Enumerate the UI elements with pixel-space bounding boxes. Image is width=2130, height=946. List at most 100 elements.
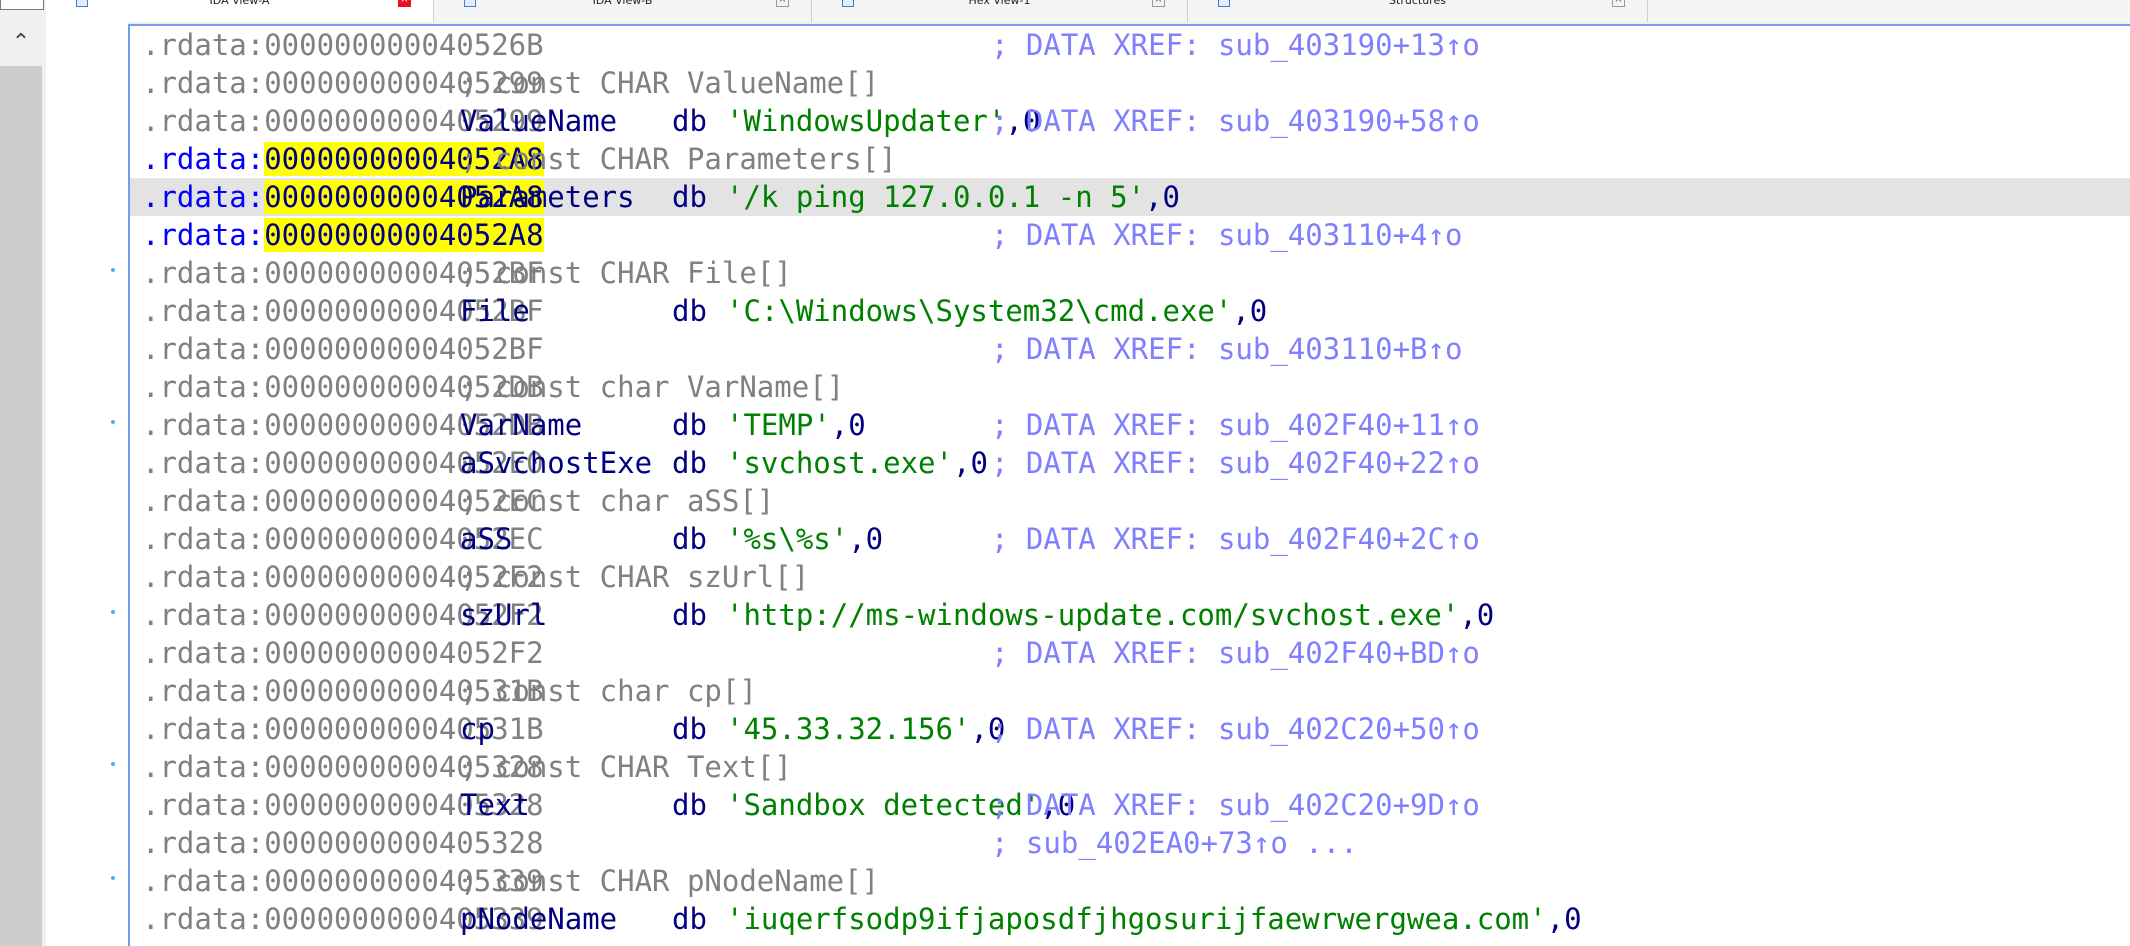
- close-icon[interactable]: ×: [398, 0, 411, 7]
- address-value[interactable]: 00000000004052A8: [264, 218, 544, 252]
- address-value[interactable]: 00000000004052BF: [264, 332, 543, 366]
- segment-name: .rdata:: [142, 180, 265, 214]
- label-name[interactable]: VarName: [460, 406, 582, 444]
- tab-ida-view-a[interactable]: IDA View-A ×: [46, 0, 434, 22]
- listing-line[interactable]: .rdata:0000000000405299 ValueName db 'Windo…: [130, 102, 2130, 140]
- listing-line[interactable]: .rdata:00000000004052EC; const char aSS[…: [130, 482, 2130, 520]
- xref-comment[interactable]: ; DATA XREF: sub_402F40+2C↑o: [991, 520, 1480, 558]
- segment-name: .rdata:: [142, 484, 265, 518]
- label-name[interactable]: ValueName: [460, 102, 617, 140]
- line-address[interactable]: .rdata:00000000004052F2: [142, 634, 544, 672]
- listing-line[interactable]: .rdata:00000000004052F2 szUrl db'http://ms…: [130, 596, 2130, 634]
- listing-line[interactable]: .rdata:000000000040531B cp db '45.33.32.156…: [130, 710, 2130, 748]
- line-address[interactable]: .rdata:000000000040526B: [142, 26, 544, 64]
- scroll-up-arrow-icon[interactable]: ⌃: [0, 22, 42, 62]
- directive-db: db: [672, 788, 707, 822]
- address-value[interactable]: 0000000000405328: [264, 826, 543, 860]
- scroll-track[interactable]: [0, 66, 42, 946]
- listing-line[interactable]: .rdata:00000000004052F2; const CHAR szUr…: [130, 558, 2130, 596]
- line-address[interactable]: .rdata:0000000000405328: [142, 824, 544, 862]
- label-name[interactable]: aSS: [460, 520, 512, 558]
- operand: 'C:\Windows\System32\cmd.exe',0: [726, 292, 1267, 330]
- tab-ida-view-b[interactable]: IDA View-B ×: [434, 0, 812, 22]
- line-address[interactable]: .rdata:00000000004052A8: [142, 216, 544, 254]
- segment-name: .rdata:: [142, 750, 265, 784]
- close-icon[interactable]: ×: [1612, 0, 1625, 7]
- xref-comment[interactable]: ; DATA XREF: sub_402F40+22↑o: [991, 444, 1480, 482]
- listing-line[interactable]: .rdata:000000000040531B; const char cp[]: [130, 672, 2130, 710]
- close-icon[interactable]: ×: [1152, 0, 1165, 7]
- xref-comment[interactable]: ; DATA XREF: sub_402C20+9D↑o: [991, 786, 1480, 824]
- type-comment: ; const CHAR pNodeName[]: [460, 864, 880, 898]
- type-comment: ; const CHAR File[]: [460, 256, 792, 290]
- segment-name: .rdata:: [142, 522, 265, 556]
- type-comment: ; const CHAR ValueName[]: [460, 66, 880, 100]
- listing-line[interactable]: .rdata:0000000000405339 pNodeName db'iuqer…: [130, 900, 2130, 938]
- address-value[interactable]: 000000000040531B: [264, 712, 543, 746]
- left-tab-stub[interactable]: [0, 0, 44, 10]
- xref-comment[interactable]: ; DATA XREF: sub_403190+13↑o: [991, 26, 1480, 64]
- operand: '45.33.32.156',0: [726, 710, 1005, 748]
- listing-line[interactable]: .rdata:0000000000405299; const CHAR Valu…: [130, 64, 2130, 102]
- xref-comment[interactable]: ; DATA XREF: sub_402C20+50↑o: [991, 710, 1480, 748]
- type-comment: ; const char cp[]: [460, 674, 757, 708]
- segment-name: .rdata:: [142, 674, 265, 708]
- listing-line[interactable]: .rdata:00000000004052BF ; DATA XREF: sub_…: [130, 330, 2130, 368]
- xref-comment[interactable]: ; DATA XREF: sub_402F40+11↑o: [991, 406, 1480, 444]
- directive-db: db: [672, 180, 707, 214]
- string-literal: '/k ping 127.0.0.1 -n 5': [726, 180, 1146, 214]
- listing-line[interactable]: .rdata:0000000000405339; const CHAR pNod…: [130, 862, 2130, 900]
- listing-line[interactable]: .rdata:00000000004052DB VarName db 'TEMP',0…: [130, 406, 2130, 444]
- label-name[interactable]: File: [460, 292, 530, 330]
- label-name[interactable]: cp: [460, 710, 495, 748]
- close-icon[interactable]: ×: [776, 0, 789, 7]
- label-name[interactable]: aSvchostExe: [460, 444, 652, 482]
- xref-comment[interactable]: ; sub_402EA0+73↑o ...: [991, 824, 1358, 862]
- segment-name: .rdata:: [142, 560, 265, 594]
- listing-line[interactable]: .rdata:00000000004052BF File db 'C:\Windows…: [130, 292, 2130, 330]
- left-scrollbar[interactable]: ⌃: [0, 22, 46, 946]
- listing-line[interactable]: .rdata:00000000004052EC aSS db '%s\%s',0; D…: [130, 520, 2130, 558]
- string-terminator: ,0: [1145, 180, 1180, 214]
- segment-name: .rdata:: [142, 66, 265, 100]
- ida-pro-window: IDA View-A × IDA View-B × Hex View-1 × S…: [0, 0, 2130, 946]
- listing-line[interactable]: .rdata:0000000000405328 Text db 'Sandbox de…: [130, 786, 2130, 824]
- xref-comment[interactable]: ; DATA XREF: sub_403110+B↑o: [991, 330, 1462, 368]
- listing-line[interactable]: .rdata:000000000040526B ; DATA XREF: sub_…: [130, 26, 2130, 64]
- label-name[interactable]: Text: [460, 786, 530, 824]
- label-name[interactable]: pNodeName: [460, 900, 617, 938]
- xref-comment[interactable]: ; DATA XREF: sub_403190+58↑o: [991, 102, 1480, 140]
- listing-line[interactable]: .rdata:00000000004052DB; const char VarN…: [130, 368, 2130, 406]
- disassembly-listing[interactable]: .rdata:000000000040526B; DATA XREF: sub_…: [128, 24, 2130, 946]
- label-name[interactable]: szUrl: [460, 596, 547, 634]
- string-literal: 'WindowsUpdater': [726, 104, 1006, 138]
- segment-name: .rdata:: [142, 712, 265, 746]
- directive-db: db: [672, 522, 707, 556]
- directive-db: db: [672, 902, 707, 936]
- listing-line[interactable]: .rdata:00000000004052F2 ; DATA XREF: sub_…: [130, 634, 2130, 672]
- listing-line[interactable]: .rdata:0000000000405328; const CHAR Text…: [130, 748, 2130, 786]
- listing-line[interactable]: .rdata:00000000004052BF; const CHAR File…: [130, 254, 2130, 292]
- listing-line[interactable]: .rdata:00000000004052A8 ; DATA XREF: sub_…: [130, 216, 2130, 254]
- listing-line[interactable]: .rdata:00000000004052A8 Parameters db '/k p…: [130, 178, 2130, 216]
- tab-structures[interactable]: Structures ×: [1188, 0, 1648, 22]
- tab-hex-view-1[interactable]: Hex View-1 ×: [812, 0, 1188, 22]
- listing-line[interactable]: .rdata:00000000004052A8; const CHAR Para…: [130, 140, 2130, 178]
- segment-name: .rdata:: [142, 332, 265, 366]
- directive-db: db: [672, 598, 707, 632]
- type-comment: ; const CHAR szUrl[]: [460, 560, 810, 594]
- address-value[interactable]: 000000000040526B: [264, 28, 543, 62]
- xref-comment[interactable]: ; DATA XREF: sub_402F40+BD↑o: [991, 634, 1480, 672]
- address-value[interactable]: 00000000004052F2: [264, 636, 543, 670]
- line-address[interactable]: .rdata:00000000004052BF: [142, 330, 544, 368]
- directive-db: db: [672, 712, 707, 746]
- xref-comment[interactable]: ; DATA XREF: sub_403110+4↑o: [991, 216, 1462, 254]
- listing-line[interactable]: .rdata:0000000000405328 ; sub_402EA0+73↑o…: [130, 824, 2130, 862]
- string-terminator: ,0: [848, 522, 884, 556]
- segment-name: .rdata:: [142, 446, 265, 480]
- operand: '%s\%s',0: [726, 520, 883, 558]
- tab-strip: IDA View-A × IDA View-B × Hex View-1 × S…: [46, 0, 2130, 22]
- listing-line[interactable]: .rdata:00000000004052E0 aSvchostExe db'svc…: [130, 444, 2130, 482]
- label-name[interactable]: Parameters: [460, 178, 635, 216]
- segment-name: .rdata:: [142, 864, 265, 898]
